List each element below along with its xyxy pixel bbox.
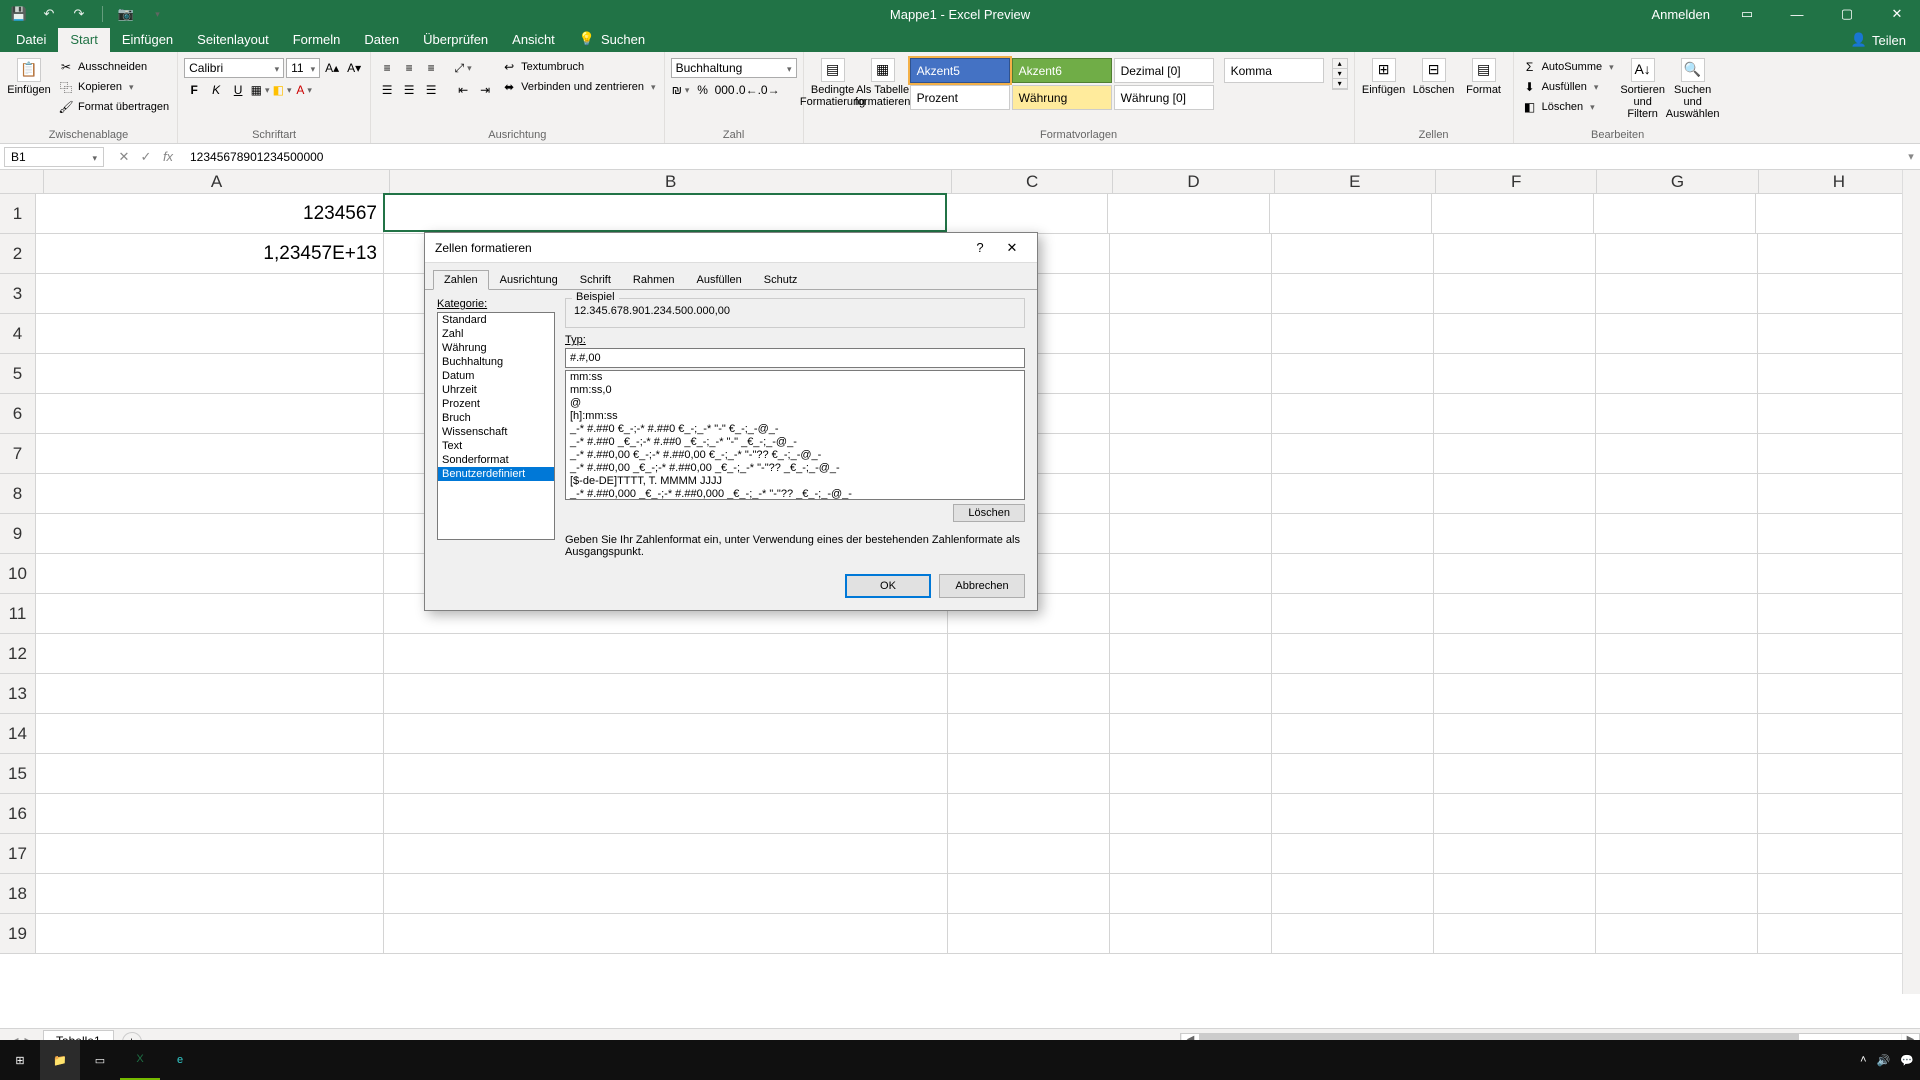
cat-item[interactable]: Text	[438, 439, 554, 453]
dialog-title: Zellen formatieren	[435, 241, 532, 255]
dialog-help-button[interactable]: ?	[965, 240, 995, 256]
modal-overlay: Zellen formatieren ? ✕ Zahlen Ausrichtun…	[0, 0, 1920, 1080]
dialog-hint: Geben Sie Ihr Zahlenformat ein, unter Ve…	[565, 522, 1025, 558]
ok-button[interactable]: OK	[845, 574, 931, 598]
cat-item[interactable]: Buchhaltung	[438, 355, 554, 369]
type-list-item[interactable]: [$-de-DE]TTTT, T. MMMM JJJJ	[566, 475, 1024, 488]
taskbar-app1-icon[interactable]: ▭	[80, 1040, 120, 1080]
type-input[interactable]	[565, 348, 1025, 368]
cat-item[interactable]: Standard	[438, 313, 554, 327]
tray-chevron-icon[interactable]: ˄	[1860, 1054, 1866, 1066]
category-list[interactable]: StandardZahlWährungBuchhaltungDatumUhrze…	[437, 312, 555, 540]
cat-item[interactable]: Zahl	[438, 327, 554, 341]
type-list-item[interactable]: mm:ss,0	[566, 384, 1024, 397]
type-list-item[interactable]: [h]:mm:ss	[566, 410, 1024, 423]
dlg-tab-ausfuellen[interactable]: Ausfüllen	[686, 270, 753, 290]
taskbar-excel-icon[interactable]: X	[120, 1040, 160, 1080]
dlg-tab-ausrichtung[interactable]: Ausrichtung	[489, 270, 569, 290]
cat-item[interactable]: Währung	[438, 341, 554, 355]
dlg-tab-rahmen[interactable]: Rahmen	[622, 270, 686, 290]
type-label: Typ:	[565, 334, 1025, 346]
type-list-item[interactable]: mm:ss	[566, 371, 1024, 384]
cat-item[interactable]: Sonderformat	[438, 453, 554, 467]
type-list-item[interactable]: _-* #.##0,00 _€_-;-* #.##0,00 _€_-;_-* "…	[566, 462, 1024, 475]
sample-label: Beispiel	[572, 291, 619, 303]
type-list[interactable]: mm:ssmm:ss,0@[h]:mm:ss_-* #.##0 €_-;-* #…	[565, 370, 1025, 500]
dialog-close-button[interactable]: ✕	[997, 240, 1027, 256]
type-list-item[interactable]: _-* #.##0,00 €_-;-* #.##0,00 €_-;_-* "-"…	[566, 449, 1024, 462]
tray-volume-icon[interactable]: 🔊	[1877, 1054, 1891, 1067]
taskbar-edge-icon[interactable]: e	[160, 1040, 200, 1080]
cat-item[interactable]: Datum	[438, 369, 554, 383]
cat-item[interactable]: Benutzerdefiniert	[438, 467, 554, 481]
type-list-item[interactable]: @	[566, 397, 1024, 410]
cat-item[interactable]: Bruch	[438, 411, 554, 425]
dlg-tab-schutz[interactable]: Schutz	[753, 270, 809, 290]
sample-value: 12.345.678.901.234.500.000,00	[574, 305, 1016, 317]
type-list-item[interactable]: _-* #.##0,000 _€_-;-* #.##0,000 _€_-;_-*…	[566, 488, 1024, 500]
format-cells-dialog: Zellen formatieren ? ✕ Zahlen Ausrichtun…	[424, 232, 1038, 611]
type-list-item[interactable]: _-* #.##0 _€_-;-* #.##0 _€_-;_-* "-" _€_…	[566, 436, 1024, 449]
tray-notifications-icon[interactable]: 💬	[1900, 1054, 1914, 1067]
cat-item[interactable]: Wissenschaft	[438, 425, 554, 439]
cancel-button[interactable]: Abbrechen	[939, 574, 1025, 598]
delete-format-button[interactable]: Löschen	[953, 504, 1025, 522]
cat-item[interactable]: Uhrzeit	[438, 383, 554, 397]
start-button[interactable]: ⊞	[0, 1040, 40, 1080]
dlg-tab-schrift[interactable]: Schrift	[569, 270, 622, 290]
type-list-item[interactable]: _-* #.##0 €_-;-* #.##0 €_-;_-* "-" €_-;_…	[566, 423, 1024, 436]
dlg-tab-zahlen[interactable]: Zahlen	[433, 270, 489, 290]
kategorie-label: Kategorie:	[437, 298, 555, 310]
cat-item[interactable]: Prozent	[438, 397, 554, 411]
windows-taskbar: ⊞ 📁 ▭ X e ˄ 🔊 💬	[0, 1040, 1920, 1080]
taskbar-explorer-icon[interactable]: 📁	[40, 1040, 80, 1080]
